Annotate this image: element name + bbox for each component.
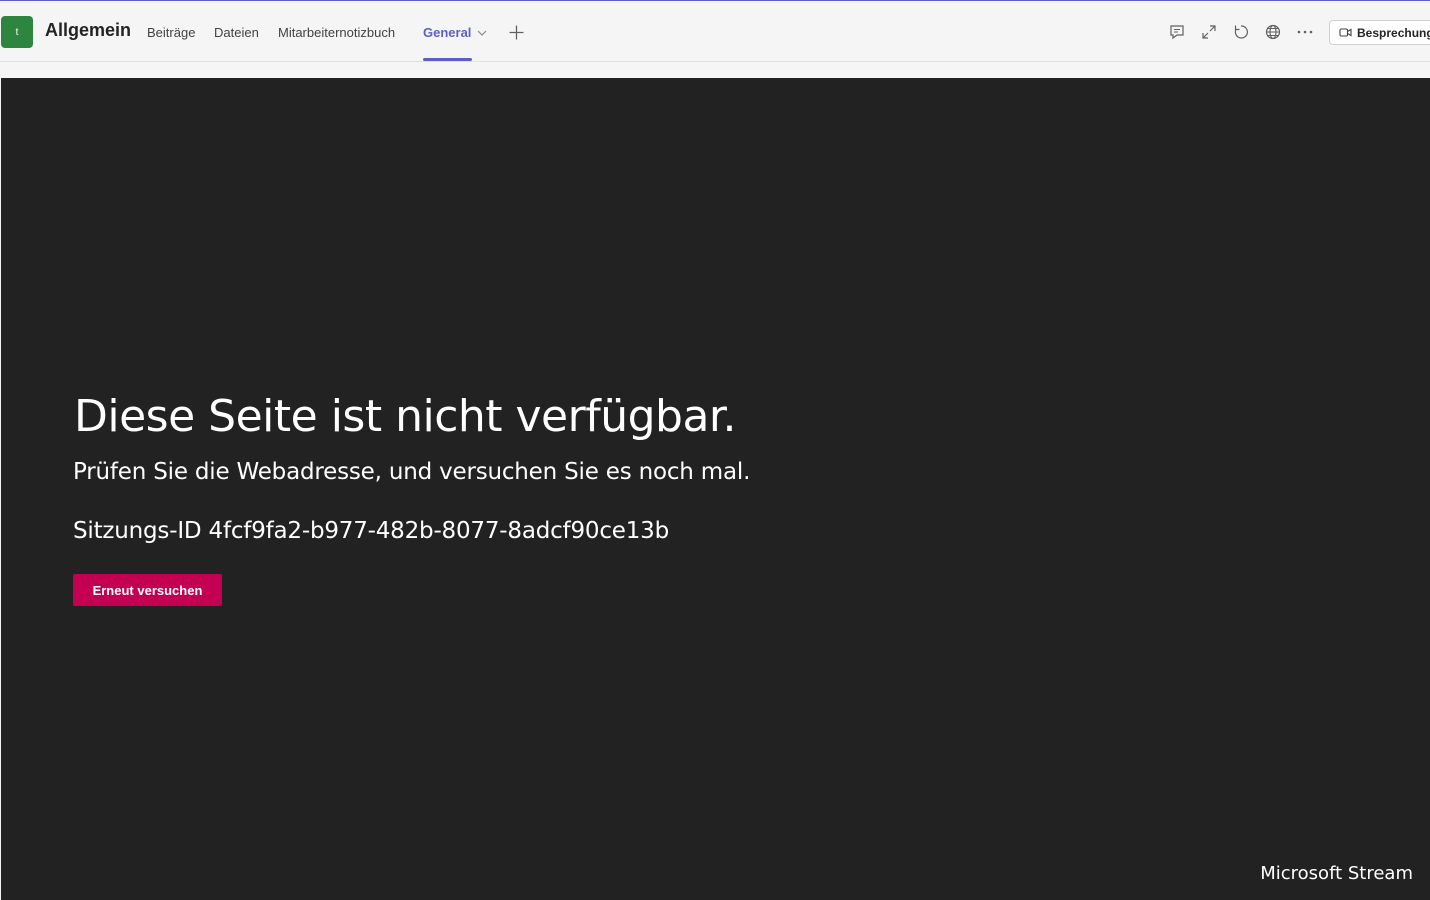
team-avatar[interactable]: t — [1, 16, 33, 48]
expand-icon[interactable] — [1200, 23, 1218, 41]
globe-icon[interactable] — [1264, 23, 1282, 41]
chevron-down-icon[interactable] — [476, 27, 488, 39]
meet-button[interactable]: Besprechung — [1329, 20, 1430, 45]
session-id: Sitzungs-ID 4fcf9fa2-b977-482b-8077-8adc… — [73, 518, 669, 544]
channel-title: Allgemein — [45, 20, 132, 40]
more-icon[interactable] — [1296, 23, 1314, 41]
channel-header: t Allgemein Beiträge Dateien Mitarbeiter… — [0, 0, 1430, 61]
tab-general[interactable]: General — [423, 25, 471, 40]
tab-mitarbeiternotizbuch[interactable]: Mitarbeiternotizbuch — [278, 25, 395, 40]
add-icon[interactable] — [508, 24, 525, 41]
conversation-icon[interactable] — [1168, 23, 1186, 41]
header-divider — [0, 61, 1430, 62]
brand-label: Microsoft Stream — [1260, 863, 1413, 884]
error-subtitle: Prüfen Sie die Webadresse, und versuchen… — [73, 459, 751, 485]
tab-dateien[interactable]: Dateien — [214, 25, 259, 40]
retry-button[interactable]: Erneut versuchen — [73, 574, 222, 606]
tab-beitraege[interactable]: Beiträge — [147, 25, 195, 40]
stream-error-view: Diese Seite ist nicht verfügbar. Prüfen … — [1, 78, 1430, 900]
meet-button-label: Besprechung — [1357, 25, 1430, 40]
video-camera-icon — [1339, 28, 1352, 37]
error-title: Diese Seite ist nicht verfügbar. — [74, 391, 736, 442]
reload-icon[interactable] — [1232, 23, 1250, 41]
